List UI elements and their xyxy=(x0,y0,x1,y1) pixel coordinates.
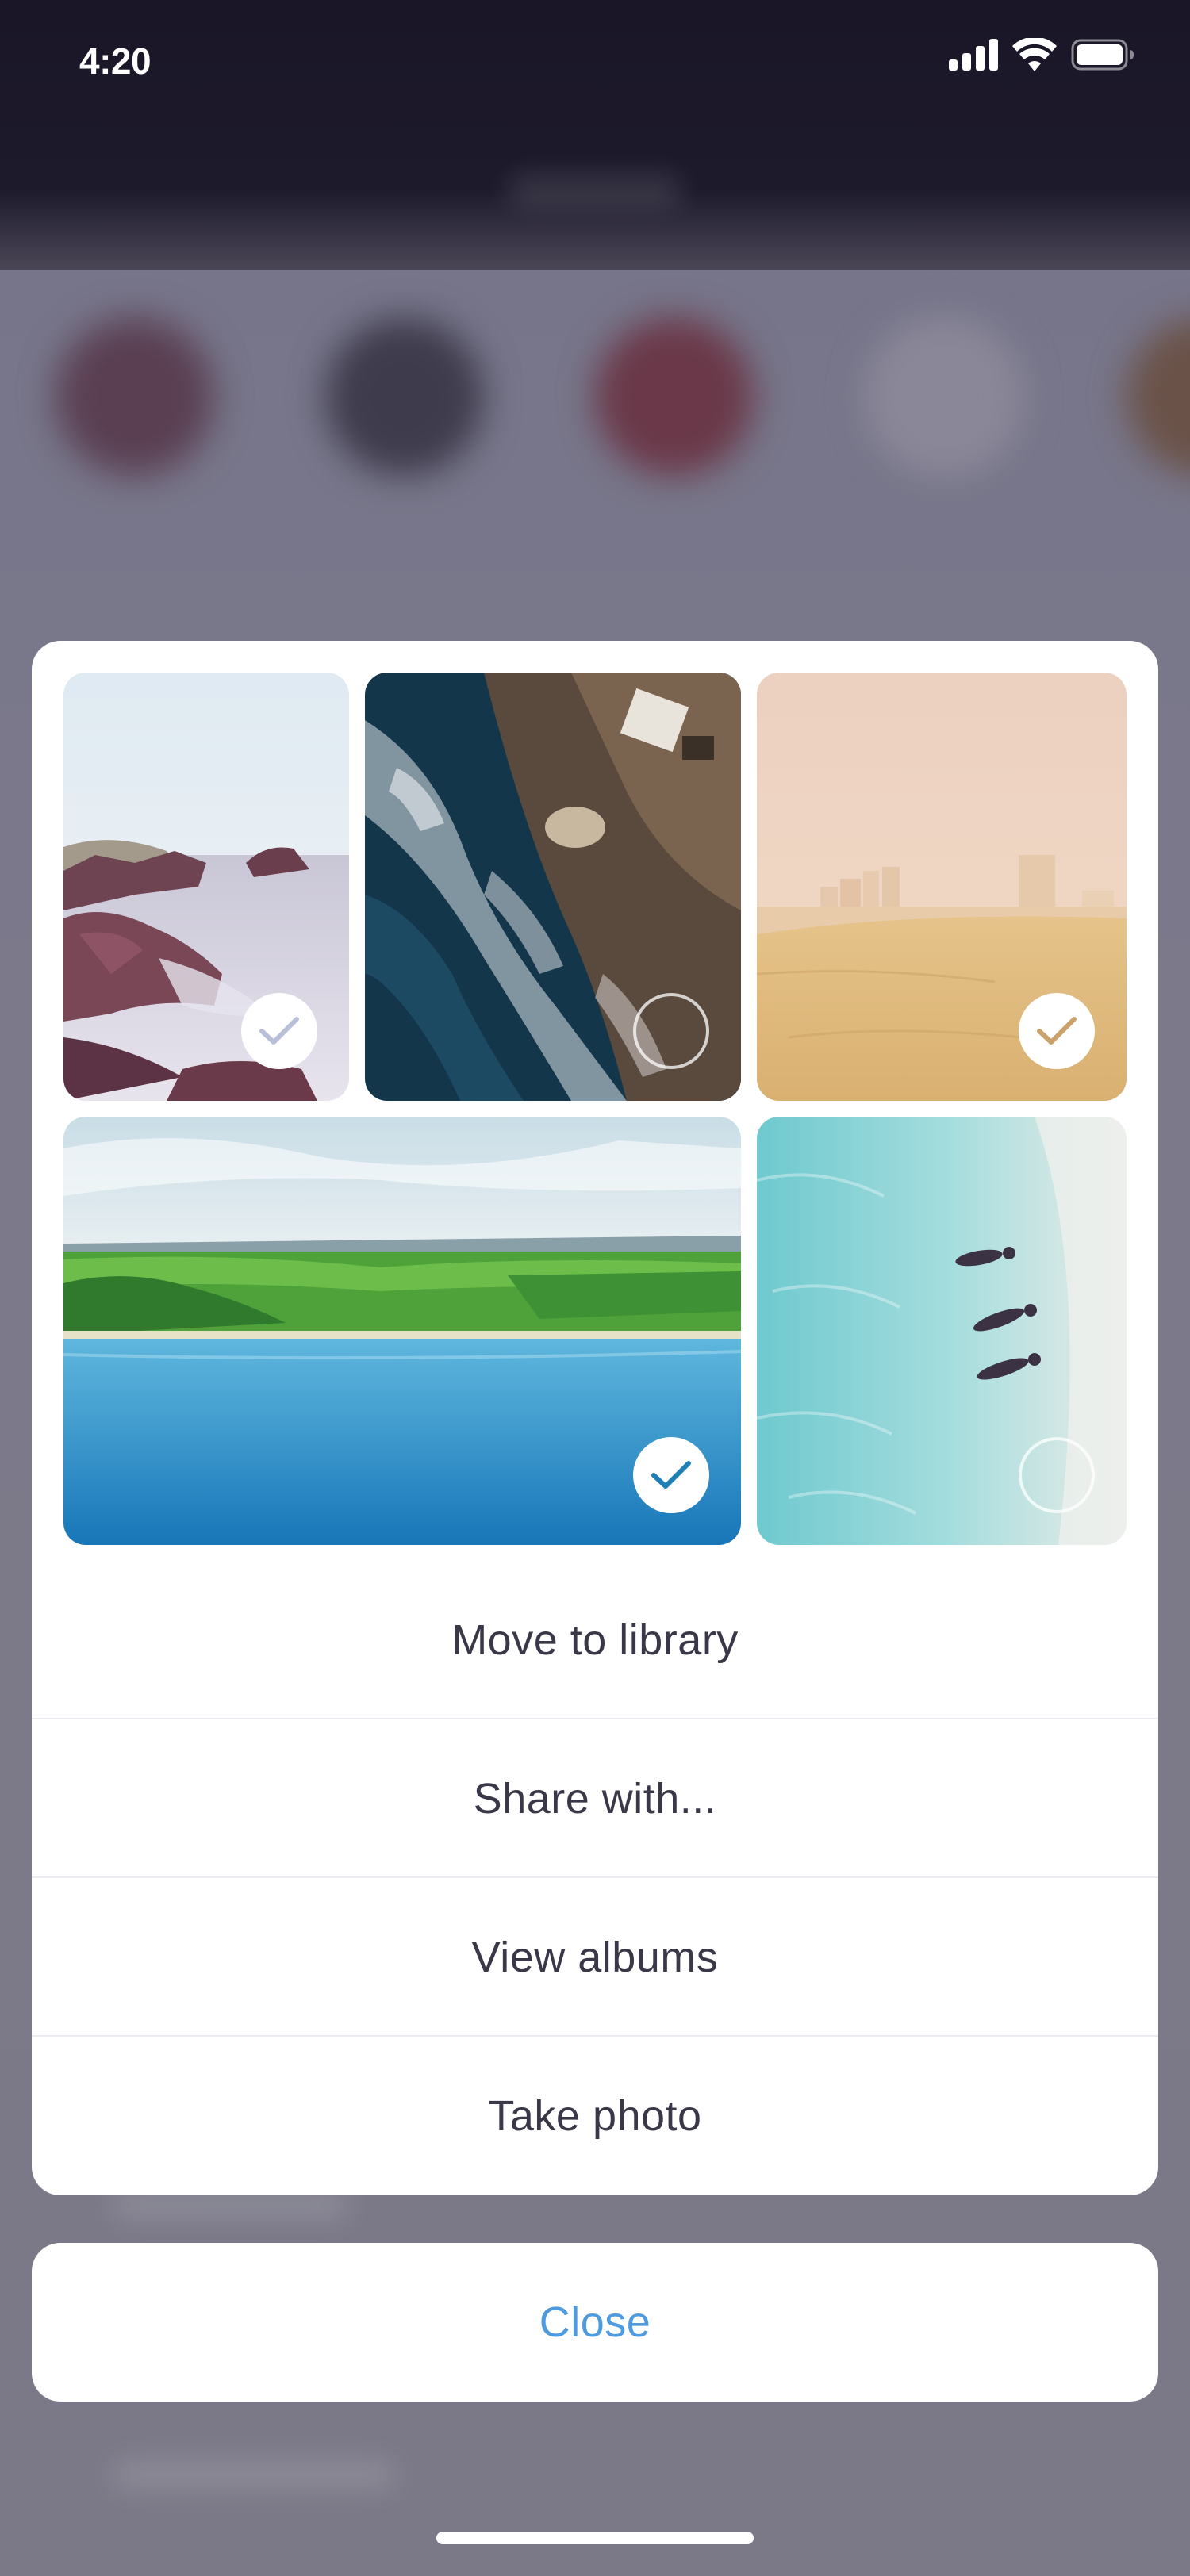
wifi-icon xyxy=(1012,38,1057,71)
checkmark-icon xyxy=(259,1017,299,1045)
selection-check-toggle[interactable] xyxy=(1019,1437,1095,1513)
photo-thumbnail[interactable] xyxy=(365,673,741,1101)
photo-thumbnail[interactable] xyxy=(757,1117,1127,1545)
view-albums-button[interactable]: View albums xyxy=(32,1878,1158,2037)
background-text xyxy=(111,2459,397,2490)
photo-thumbnail[interactable] xyxy=(63,1117,741,1545)
selection-check-toggle[interactable] xyxy=(633,993,709,1069)
selection-check-toggle[interactable] xyxy=(241,993,317,1069)
selection-check-toggle[interactable] xyxy=(1019,993,1095,1069)
battery-icon xyxy=(1071,39,1134,71)
checkmark-icon xyxy=(651,1461,691,1489)
selection-check-toggle[interactable] xyxy=(633,1437,709,1513)
background-title xyxy=(508,174,682,206)
background-story-avatar xyxy=(56,317,214,476)
background-story-avatar xyxy=(325,317,484,476)
share-with-button[interactable]: Share with... xyxy=(32,1719,1158,1878)
status-bar: 4:20 xyxy=(0,0,1190,119)
status-icons xyxy=(949,38,1134,71)
photo-thumbnail[interactable] xyxy=(63,673,349,1101)
photo-action-sheet: Move to library Share with... View album… xyxy=(32,641,1158,2195)
status-time: 4:20 xyxy=(79,40,152,82)
close-button[interactable]: Close xyxy=(32,2243,1158,2402)
background-story-avatar xyxy=(865,317,1023,476)
background-story-avatar xyxy=(595,317,754,476)
take-photo-button[interactable]: Take photo xyxy=(32,2037,1158,2195)
move-to-library-button[interactable]: Move to library xyxy=(32,1561,1158,1719)
home-indicator xyxy=(436,2532,754,2544)
photo-thumbnail[interactable] xyxy=(757,673,1127,1101)
cellular-signal-icon xyxy=(949,39,998,71)
checkmark-icon xyxy=(1037,1017,1077,1045)
